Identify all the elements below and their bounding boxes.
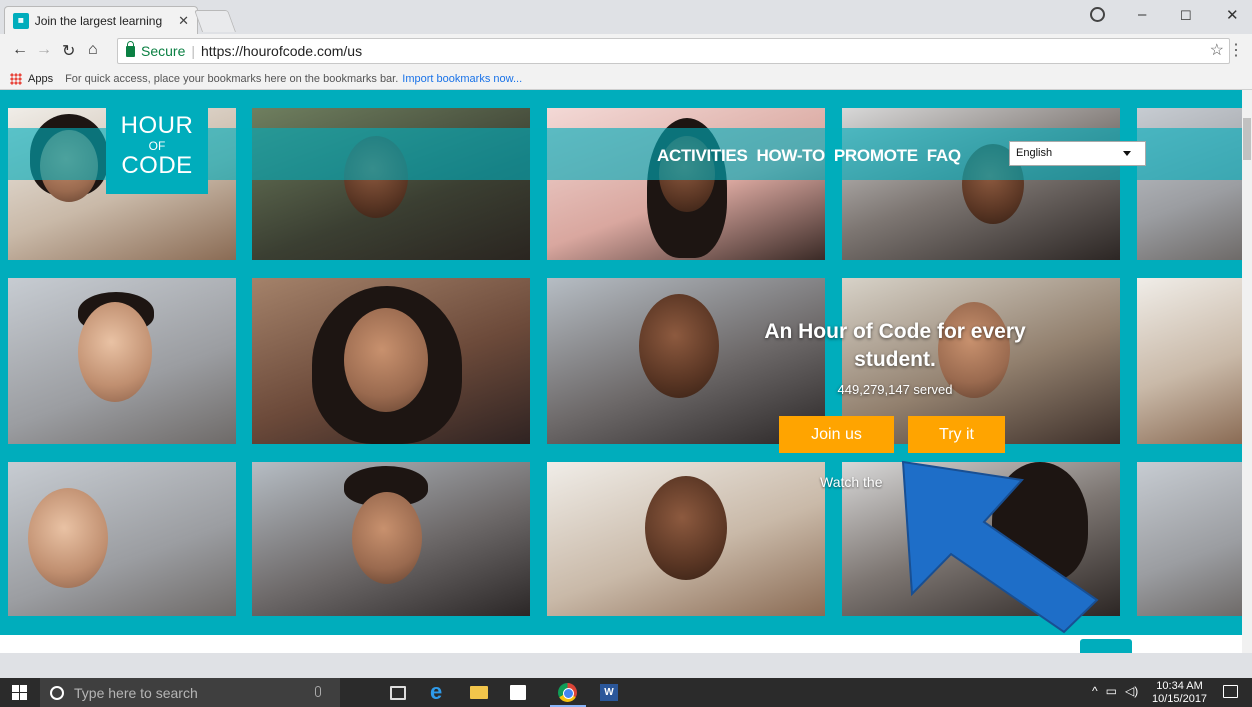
- apps-grid-icon[interactable]: [10, 72, 22, 85]
- chrome-taskbar-icon[interactable]: [558, 683, 577, 702]
- page-scrollbar[interactable]: [1242, 90, 1252, 653]
- store-icon[interactable]: [510, 685, 526, 700]
- logo-line: CODE: [121, 152, 193, 179]
- nav-how-to[interactable]: HOW-TO: [757, 146, 826, 166]
- language-value: English: [1016, 147, 1053, 159]
- photo-tile: [252, 462, 530, 616]
- photo-tile: [1137, 462, 1242, 616]
- secure-label: Secure: [141, 43, 186, 59]
- import-bookmarks-link[interactable]: Import bookmarks now...: [402, 73, 522, 85]
- volume-icon[interactable]: ◁): [1125, 684, 1138, 698]
- browser-tab-strip: ▦ Join the largest learning ✕ – ☐ ✕: [0, 0, 1252, 34]
- photo-tile: [252, 278, 530, 444]
- task-view-icon[interactable]: [390, 686, 406, 700]
- forward-icon[interactable]: →: [36, 41, 52, 59]
- hour-of-code-logo[interactable]: HOUR OF CODE: [106, 106, 208, 194]
- web-page: HOUR OF CODE ACTIVITIES HOW-TO PROMOTE F…: [0, 90, 1242, 653]
- url-text: https://hourofcode.com/us: [201, 43, 363, 59]
- served-counter: 449,279,147 served: [837, 382, 953, 397]
- system-tray: ^ ▭ ◁): [1092, 684, 1138, 698]
- lock-icon: [126, 40, 135, 57]
- tab-title: Join the largest learning: [34, 13, 163, 28]
- photo-tile: [547, 462, 825, 616]
- language-select[interactable]: English: [1009, 141, 1146, 166]
- qa-button[interactable]: Q&A: [1080, 639, 1132, 653]
- reload-icon[interactable]: ↻: [62, 41, 75, 61]
- logo-line: HOUR: [120, 112, 194, 139]
- cortana-icon: [50, 685, 64, 700]
- watch-video-link[interactable]: Watch the: [820, 474, 883, 490]
- browser-toolbar: ← → ↻ ⌂ Secure | https://hourofcode.com/…: [0, 34, 1252, 68]
- close-window-icon[interactable]: ✕: [1226, 6, 1239, 24]
- maximize-icon[interactable]: ☐: [1180, 8, 1192, 24]
- taskbar-clock[interactable]: 10:34 AM 10/15/2017: [1152, 680, 1207, 706]
- bookmarks-bar: Apps For quick access, place your bookma…: [0, 68, 1252, 90]
- logo-line: OF: [148, 139, 166, 153]
- bookmark-star-icon[interactable]: ☆: [1210, 40, 1224, 60]
- chrome-menu-icon[interactable]: ⋮: [1228, 40, 1244, 60]
- taskbar-search[interactable]: Type here to search: [40, 678, 340, 707]
- photo-tile: [1137, 278, 1242, 444]
- home-icon[interactable]: ⌂: [88, 41, 98, 59]
- search-placeholder: Type here to search: [74, 684, 198, 701]
- back-icon[interactable]: ←: [12, 41, 28, 59]
- apps-link[interactable]: Apps: [28, 73, 53, 85]
- divider: |: [191, 43, 195, 59]
- tab-close-icon[interactable]: ✕: [178, 13, 189, 29]
- nav-faq[interactable]: FAQ: [927, 146, 961, 166]
- scrollbar-thumb[interactable]: [1243, 118, 1251, 160]
- browser-tab[interactable]: ▦ Join the largest learning ✕: [4, 6, 198, 34]
- photo-tile: [8, 278, 236, 444]
- word-taskbar-icon[interactable]: W: [600, 684, 618, 701]
- minimize-icon[interactable]: –: [1138, 6, 1146, 23]
- chevron-up-icon[interactable]: ^: [1092, 684, 1098, 698]
- microphone-icon[interactable]: [315, 686, 321, 697]
- windows-start-icon[interactable]: [12, 685, 27, 700]
- edge-browser-icon[interactable]: e: [430, 679, 452, 704]
- action-center-icon[interactable]: [1223, 685, 1238, 698]
- photo-tile: [8, 462, 236, 616]
- nav-promote[interactable]: PROMOTE: [834, 146, 918, 166]
- clock-date: 10/15/2017: [1152, 693, 1208, 705]
- clock-time: 10:34 AM: [1156, 680, 1203, 692]
- file-explorer-icon[interactable]: [470, 686, 488, 699]
- new-tab-button[interactable]: [193, 10, 237, 32]
- join-us-button[interactable]: Join us: [779, 416, 894, 453]
- site-nav: ACTIVITIES HOW-TO PROMOTE FAQ: [657, 146, 961, 166]
- hour-of-code-favicon-icon: ▦: [13, 12, 29, 29]
- windows-taskbar: Type here to search e W ^ ▭ ◁) 10:34 AM …: [0, 678, 1252, 707]
- photo-tile: [842, 462, 1120, 616]
- bookmarks-hint: For quick access, place your bookmarks h…: [65, 72, 399, 85]
- try-it-button[interactable]: Try it: [908, 416, 1005, 453]
- network-icon[interactable]: ▭: [1106, 684, 1117, 698]
- address-bar[interactable]: Secure | https://hourofcode.com/us: [117, 38, 1230, 64]
- nav-activities[interactable]: ACTIVITIES: [657, 146, 748, 166]
- profile-icon[interactable]: [1090, 7, 1105, 22]
- chevron-down-icon: [1123, 151, 1131, 156]
- hero-title: An Hour of Code for every student.: [764, 320, 1026, 371]
